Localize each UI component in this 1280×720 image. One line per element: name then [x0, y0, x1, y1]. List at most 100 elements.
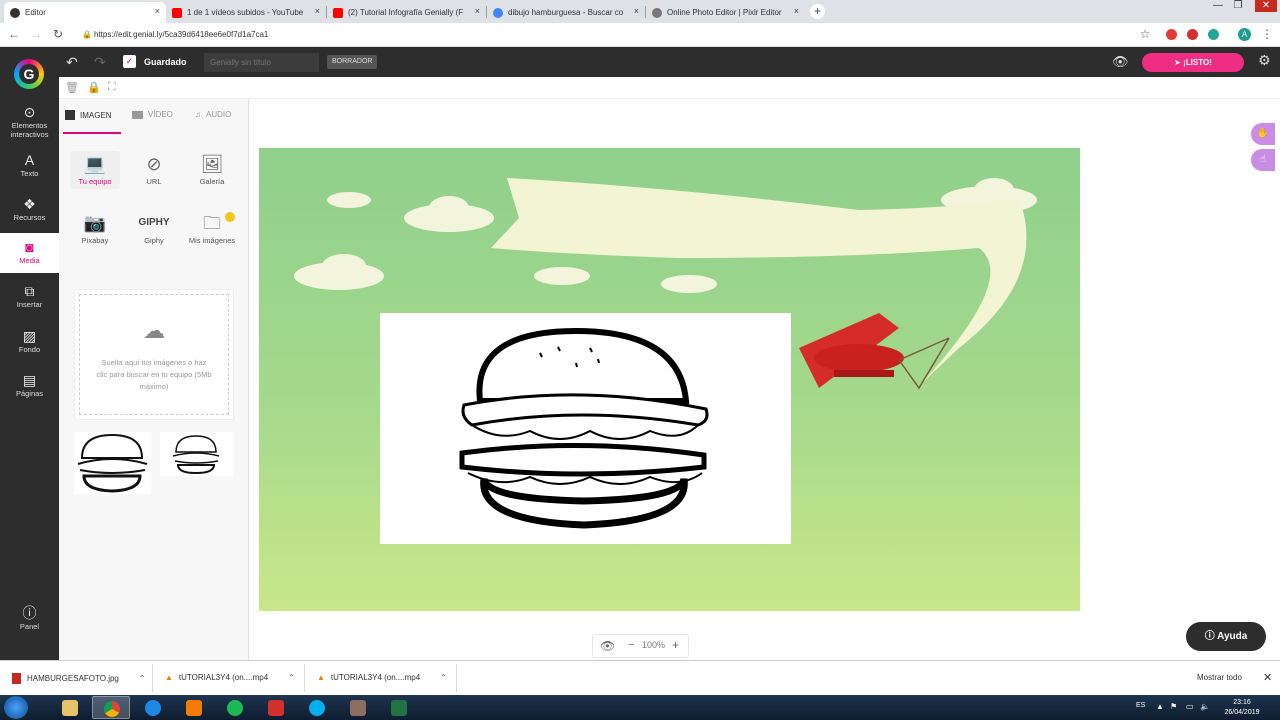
keyboard-language[interactable]: ES — [1136, 702, 1145, 709]
reload-icon[interactable]: ↻ — [51, 27, 65, 41]
close-icon[interactable]: ✕ — [1263, 671, 1272, 684]
clock-time: 23:16 — [1233, 699, 1251, 706]
redo-icon[interactable]: ↷ — [94, 54, 106, 71]
avatar[interactable]: A — [1238, 28, 1251, 41]
tab-google-search[interactable]: dibujo hamburguesa - Buscar co × — [487, 2, 645, 23]
spotify-taskbar-icon[interactable] — [216, 696, 254, 719]
download-item[interactable]: ▲ tUTORIAL3Y4 (on....mp4 ⌃ — [317, 673, 447, 682]
file-explorer-taskbar-icon[interactable] — [51, 696, 89, 719]
saved-check-icon: ✓ — [123, 55, 136, 68]
new-tab-button[interactable]: + — [810, 4, 825, 19]
battery-icon[interactable]: ▭ — [1186, 702, 1194, 711]
download-item[interactable]: ▲ tUTORIAL3Y4 (on....mp4 ⌃ — [165, 673, 295, 682]
title-input[interactable] — [204, 53, 319, 72]
chevron-up-icon[interactable]: ⌃ — [288, 673, 295, 682]
crop-icon[interactable]: ⛶ — [108, 81, 116, 94]
forward-icon[interactable]: → — [29, 27, 43, 41]
gimp-taskbar-icon[interactable] — [339, 696, 377, 719]
tab-label: 1 de 1 vídeos subidos - YouTube — [187, 8, 304, 17]
saved-status: Guardado — [144, 57, 187, 67]
uploaded-image-thumbnail[interactable] — [74, 432, 151, 494]
source-gallery[interactable]: 🖼 Galería — [187, 151, 237, 186]
zoom-out-button[interactable]: − — [628, 639, 634, 651]
settings-gear-icon[interactable]: ⚙ — [1258, 52, 1271, 69]
excel-taskbar-icon[interactable] — [380, 696, 418, 719]
sidebar-item-media[interactable]: ◙ Media — [0, 233, 59, 273]
extension-icon[interactable] — [1187, 29, 1198, 40]
window-close-icon[interactable]: ✕ — [1255, 0, 1277, 12]
sidebar-item-background[interactable]: ▨ Fondo — [0, 328, 59, 354]
help-label: Ayuda — [1217, 631, 1248, 642]
url-field[interactable]: 🔒 https://edit.genial.ly/5ca39d6418ee6e0… — [80, 26, 1130, 43]
address-bar: ← → ↻ 🔒 https://edit.genial.ly/5ca39d641… — [0, 23, 1280, 47]
sidebar-item-resources[interactable]: ❖ Recursos — [0, 196, 59, 222]
divider — [152, 664, 153, 692]
tab-youtube-tutorial[interactable]: (2) Tutorial Infografía Genially (F × — [327, 2, 486, 23]
genially-logo[interactable]: G — [14, 59, 44, 89]
maximize-icon[interactable]: ❐ — [1231, 0, 1245, 11]
close-icon[interactable]: × — [315, 6, 320, 16]
tray-clock[interactable]: 23:16 26/04/2019 — [1222, 698, 1262, 718]
chrome-taskbar-icon[interactable] — [92, 696, 130, 719]
sidebar-item-insert[interactable]: ⧉ Insertar — [0, 283, 59, 309]
source-pixabay[interactable]: 📷 Pixabay — [70, 210, 120, 245]
internet-explorer-taskbar-icon[interactable] — [134, 696, 172, 719]
bookmark-star-icon[interactable]: ☆ — [1138, 27, 1152, 41]
grammarly-icon[interactable] — [1208, 29, 1219, 40]
sidebar-item-label: Media — [19, 256, 40, 265]
hand-tool-icon[interactable]: ✋ — [1251, 123, 1275, 145]
source-url[interactable]: ⊘ URL — [129, 151, 179, 186]
flag-icon[interactable]: ⚑ — [1170, 702, 1177, 711]
extension-icon[interactable] — [1166, 29, 1177, 40]
close-icon[interactable]: × — [794, 6, 799, 16]
sidebar-item-pages[interactable]: ▤ Páginas — [0, 372, 59, 398]
source-tu-equipo[interactable]: 💻 Tu equipo — [70, 151, 120, 189]
menu-kebab-icon[interactable]: ⋮ — [1260, 27, 1274, 41]
chevron-up-icon[interactable]: ⌃ — [139, 674, 146, 683]
show-all-downloads-link[interactable]: Mostrar todo — [1197, 673, 1242, 682]
new-badge-icon — [225, 212, 235, 222]
uploaded-image-thumbnail[interactable] — [160, 432, 234, 476]
sidebar-item-label: Insertar — [16, 300, 43, 309]
tab-video[interactable]: VÍDEO — [132, 110, 173, 119]
sidebar-item-interactive-elements[interactable]: ⊙ Elementos interactivos — [0, 104, 59, 139]
lock-icon[interactable]: 🔒 — [87, 81, 101, 94]
interaction-tool-icon[interactable]: ☝ — [1251, 149, 1275, 171]
zoom-in-button[interactable]: + — [672, 638, 679, 652]
tab-label: Editor — [25, 8, 46, 17]
tab-image[interactable]: IMAGEN — [65, 110, 112, 120]
preview-eye-icon[interactable]: 👁 — [600, 639, 615, 653]
close-icon[interactable]: × — [155, 6, 160, 16]
minimize-icon[interactable]: — — [1211, 0, 1225, 11]
preview-eye-icon[interactable]: 👁 — [1112, 54, 1129, 70]
windows-start-button[interactable] — [4, 696, 28, 719]
undo-icon[interactable]: ↶ — [66, 54, 78, 71]
skype-taskbar-icon[interactable] — [298, 696, 336, 719]
upload-dropzone[interactable] — [74, 289, 234, 420]
media-player-taskbar-icon[interactable] — [175, 696, 213, 719]
burger-image[interactable] — [380, 313, 791, 544]
close-icon[interactable]: × — [475, 6, 480, 16]
download-name: tUTORIAL3Y4 (on....mp4 — [330, 673, 421, 682]
sidebar-item-panel[interactable]: ⓘ Panel — [0, 605, 59, 631]
back-icon[interactable]: ← — [7, 27, 21, 41]
genially-favicon-icon — [10, 7, 20, 18]
image-file-icon — [12, 673, 21, 684]
tab-audio[interactable]: ♫ AUDIO — [195, 110, 231, 119]
question-icon: ⓘ — [1204, 631, 1218, 642]
chevron-up-icon[interactable]: ⌃ — [440, 673, 447, 682]
sidebar-item-text[interactable]: A Texto — [0, 152, 59, 178]
tray-chevron-icon[interactable]: ▲ — [1156, 702, 1164, 711]
acrobat-taskbar-icon[interactable] — [257, 696, 295, 719]
download-item[interactable]: HAMBURGESAFOTO.jpg ⌃ — [12, 673, 146, 684]
source-giphy[interactable]: GIPHY Giphy — [129, 210, 179, 245]
volume-icon[interactable]: 🔈 — [1200, 702, 1210, 711]
tab-youtube-uploads[interactable]: 1 de 1 vídeos subidos - YouTube × — [166, 2, 326, 23]
close-icon[interactable]: × — [634, 6, 639, 16]
trash-icon[interactable]: 🗑 — [65, 81, 79, 94]
tab-editor[interactable]: Editor × — [4, 2, 166, 23]
help-button[interactable]: ⓘ Ayuda — [1186, 622, 1266, 651]
red-biplane — [799, 313, 950, 390]
tab-pixlr[interactable]: Online Photo Editor | Pixlr Editor × — [646, 2, 805, 23]
ready-button[interactable]: ➤ ¡LISTO! — [1142, 53, 1244, 72]
